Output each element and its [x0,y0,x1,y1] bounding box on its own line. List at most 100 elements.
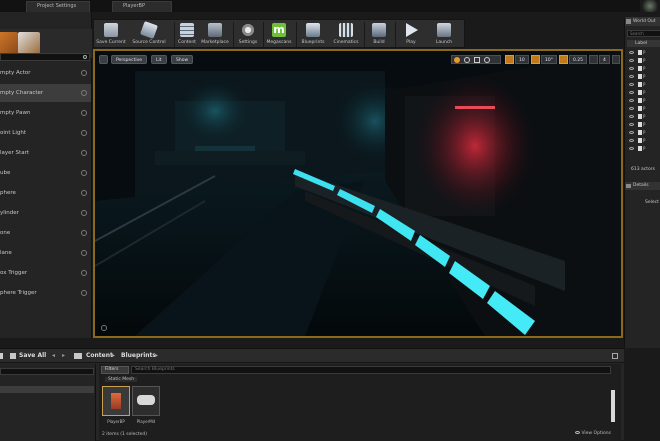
outliner-column-header[interactable]: Label [627,40,660,47]
play-button[interactable]: Play [396,20,426,49]
asset-tile[interactable]: PlayerBP [102,386,130,424]
place-item[interactable]: ube [0,164,91,182]
outliner-row[interactable]: P [627,105,660,112]
level-viewport[interactable]: Perspective Lit Show 10 10° 0.25 4 [93,49,623,338]
camera-speed-icon[interactable] [589,55,598,64]
place-item[interactable]: lane [0,244,91,262]
blueprints-button[interactable]: Blueprints [297,20,329,49]
filters-button[interactable]: Filters [101,366,129,374]
lock-icon[interactable] [612,353,618,359]
import-icon[interactable] [0,353,3,359]
place-item[interactable]: mpty Character [0,84,91,102]
asset-scrollbar[interactable] [611,390,615,422]
eye-icon[interactable] [629,59,634,62]
settings-button[interactable]: Settings [234,20,262,49]
eye-icon[interactable] [629,131,634,134]
camera-speed-value[interactable]: 4 [599,55,610,64]
place-item[interactable]: oint Light [0,124,91,142]
asset-tile[interactable]: PlayerMd [132,386,160,424]
outliner-row[interactable]: P [627,97,660,104]
asset-search-input[interactable]: Search Blueprints [131,366,611,374]
eye-icon[interactable] [629,51,634,54]
eye-icon[interactable] [629,91,634,94]
build-button[interactable]: Build [365,20,393,49]
breadcrumb-separator-icon: ▸ [112,352,116,359]
outliner-row[interactable]: P [627,49,660,56]
place-item[interactable]: one [0,224,91,242]
launch-button[interactable]: Launch [428,20,460,49]
outliner-search-input[interactable]: Search [627,30,660,37]
lit-label: Lit [156,58,162,63]
place-item[interactable]: ylinder [0,204,91,222]
megascans-button[interactable]: m Megascans [264,20,294,49]
outliner-row[interactable]: P [627,89,660,96]
eye-icon[interactable] [629,123,634,126]
outliner-row[interactable]: P [627,65,660,72]
breadcrumb-blueprints[interactable]: Blueprints [121,349,156,363]
grid-snap-toggle-icon[interactable] [505,55,514,64]
eye-icon[interactable] [629,139,634,142]
outliner-row[interactable]: P [627,137,660,144]
breadcrumb-separator-icon: ▸ [155,352,159,359]
actor-name: P [643,130,646,135]
static-mesh-filter-chip[interactable]: Static Mesh [105,377,138,382]
rotation-snap-toggle-icon[interactable] [531,55,540,64]
outliner-row[interactable]: P [627,121,660,128]
source-control-button[interactable]: Source Control [130,20,168,49]
scale-snap-toggle-icon[interactable] [559,55,568,64]
eye-icon[interactable] [629,75,634,78]
actor-icon [638,50,642,55]
transform-tools[interactable] [451,55,501,64]
scale-snap-value[interactable]: 0.25 [569,55,588,64]
back-arrow-icon[interactable]: ◂ [52,349,55,363]
build-icon [372,23,386,37]
eye-icon[interactable] [629,99,634,102]
outliner-row[interactable]: P [627,129,660,136]
tab-project-settings[interactable]: Project Settings [26,1,90,12]
info-icon [81,110,87,116]
save-all-button[interactable]: Save All [19,349,46,363]
tab-playerbp[interactable]: PlayerBP [112,1,172,12]
eye-icon[interactable] [629,67,634,70]
viewport-options-button[interactable] [99,55,108,64]
actor-name: P [643,138,646,143]
rotation-snap-value[interactable]: 10° [541,55,557,64]
grid-snap-value[interactable]: 10 [515,55,529,64]
lit-button[interactable]: Lit [151,55,167,64]
place-item[interactable]: phere [0,184,91,202]
place-item[interactable]: mpty Actor [0,64,91,82]
folder-tree-item[interactable] [0,386,94,393]
folder-search-input[interactable] [0,368,94,375]
place-item[interactable]: layer Start [0,144,91,162]
forward-arrow-icon[interactable]: ▸ [62,349,65,363]
content-button[interactable]: Content [175,20,199,49]
outliner-row[interactable]: P [627,57,660,64]
paint-mode-icon[interactable] [18,32,40,54]
outliner-row[interactable]: P [627,145,660,152]
outliner-row[interactable]: P [627,113,660,120]
axis-gizmo-icon [101,325,107,331]
place-search-input[interactable] [0,53,90,61]
actor-icon [638,66,642,71]
eye-icon[interactable] [629,147,634,150]
place-mode-icon[interactable] [0,32,18,54]
save-current-button[interactable]: Save Current [94,20,128,49]
eye-icon[interactable] [629,83,634,86]
maximize-viewport-icon[interactable] [612,55,620,64]
eye-icon[interactable] [629,115,634,118]
breadcrumb-content[interactable]: Content [86,349,113,363]
place-item[interactable]: phere Trigger [0,284,91,302]
place-item[interactable]: mpty Pawn [0,104,91,122]
outliner-row[interactable]: P [627,81,660,88]
info-icon [81,170,87,176]
view-options-button[interactable]: View Options [575,431,611,436]
outliner-row[interactable]: P [627,73,660,80]
details-tab[interactable]: Details [625,182,660,190]
marketplace-button[interactable]: Marketplace [199,20,231,49]
place-item[interactable]: ox Trigger [0,264,91,282]
outliner-tab[interactable]: World Out [625,17,660,26]
show-button[interactable]: Show [171,55,194,64]
perspective-button[interactable]: Perspective [111,55,148,64]
eye-icon[interactable] [629,107,634,110]
cinematics-button[interactable]: Cinematics [330,20,362,49]
